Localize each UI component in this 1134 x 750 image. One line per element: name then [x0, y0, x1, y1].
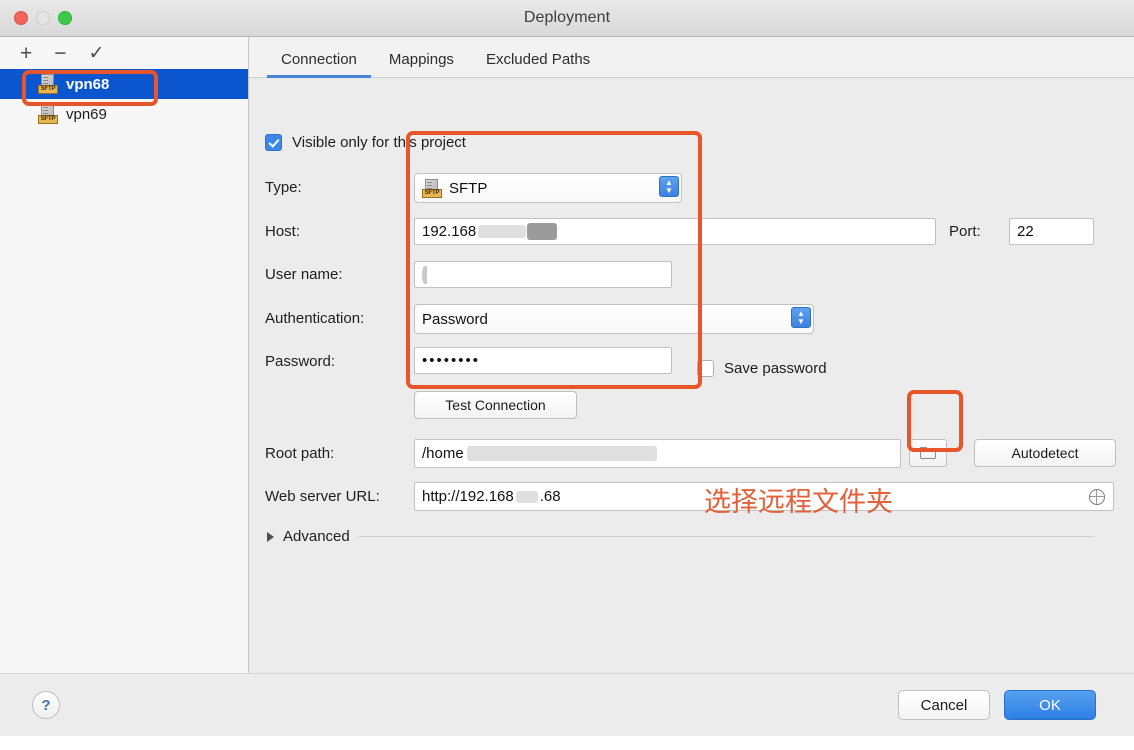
host-input[interactable]: 192.168: [414, 218, 936, 245]
dialog-footer: ? Cancel OK: [0, 673, 1134, 736]
sftp-icon: SFTP: [38, 104, 58, 124]
authentication-value: Password: [422, 310, 488, 328]
server-sidebar: + − ✓ SFTP vpn68 SFTP vpn69: [0, 37, 249, 673]
web-server-url-value: http://192.168: [422, 488, 514, 505]
tab-excluded-paths[interactable]: Excluded Paths: [472, 51, 604, 77]
connection-form: Visible only for this project Type: SFTP…: [249, 78, 1134, 673]
sidebar-toolbar: + − ✓: [0, 37, 248, 69]
connection-pane: Connection Mappings Excluded Paths Visib…: [249, 37, 1134, 673]
globe-icon[interactable]: [1089, 488, 1105, 505]
host-label: Host:: [265, 223, 301, 240]
visible-only-checkbox[interactable]: [265, 134, 282, 151]
chevron-right-icon: [267, 531, 274, 542]
visible-only-row[interactable]: Visible only for this project: [265, 134, 466, 151]
server-list: SFTP vpn68 SFTP vpn69: [0, 69, 248, 673]
sftp-icon: SFTP: [38, 74, 58, 94]
authentication-select[interactable]: Password ▲ ▼: [414, 304, 814, 334]
port-input[interactable]: 22: [1009, 218, 1094, 245]
folder-icon: [919, 447, 937, 459]
host-redaction: [478, 225, 527, 238]
port-label: Port:: [949, 223, 981, 240]
advanced-label: Advanced: [283, 528, 350, 545]
sidebar-item-vpn69[interactable]: SFTP vpn69: [0, 99, 248, 129]
annotation-note: 选择远程文件夹: [704, 487, 893, 518]
test-connection-button[interactable]: Test Connection: [414, 391, 577, 419]
sidebar-item-label: vpn68: [66, 75, 110, 93]
remove-server-button[interactable]: −: [54, 43, 66, 64]
host-value: 192.168: [422, 223, 477, 240]
root-path-input[interactable]: /home: [414, 439, 901, 468]
tab-bar: Connection Mappings Excluded Paths: [249, 37, 1134, 78]
sftp-icon: SFTP: [422, 178, 442, 198]
visible-only-label: Visible only for this project: [292, 134, 466, 151]
title-bar: Deployment: [0, 0, 1134, 37]
sftp-badge-label: SFTP: [422, 188, 442, 198]
advanced-divider: [358, 536, 1094, 537]
authentication-label: Authentication:: [265, 310, 365, 327]
save-password-row[interactable]: Save password: [697, 360, 827, 377]
set-default-server-button[interactable]: ✓: [89, 44, 105, 63]
add-server-button[interactable]: +: [20, 43, 32, 64]
cancel-button[interactable]: Cancel: [898, 690, 990, 720]
tab-connection[interactable]: Connection: [267, 51, 371, 78]
save-password-label: Save password: [724, 360, 827, 377]
username-redaction: [422, 265, 427, 284]
password-value: ••••••••: [422, 352, 481, 369]
maximize-button[interactable]: [58, 11, 72, 25]
sidebar-item-vpn68[interactable]: SFTP vpn68: [0, 69, 248, 99]
type-value: SFTP: [449, 179, 488, 197]
username-label: User name:: [265, 266, 343, 283]
web-server-url-label: Web server URL:: [265, 488, 380, 505]
minimize-button[interactable]: [36, 11, 50, 25]
ok-button[interactable]: OK: [1004, 690, 1096, 720]
host-redaction-block: [527, 223, 558, 240]
window-title: Deployment: [523, 9, 611, 26]
type-select[interactable]: SFTP SFTP ▲ ▼: [414, 173, 682, 203]
autodetect-button[interactable]: Autodetect: [974, 439, 1116, 467]
sftp-badge-label: SFTP: [38, 85, 58, 94]
browse-remote-folder-button[interactable]: [909, 439, 947, 467]
password-input[interactable]: ••••••••: [414, 347, 672, 374]
web-server-url-redaction: [515, 490, 538, 503]
window-controls: [14, 11, 72, 25]
type-label: Type:: [265, 179, 302, 196]
authentication-stepper[interactable]: ▲ ▼: [791, 307, 811, 328]
save-password-checkbox[interactable]: [697, 360, 714, 377]
password-label: Password:: [265, 353, 336, 370]
root-path-value: /home: [422, 445, 464, 462]
sftp-badge-label: SFTP: [38, 115, 58, 124]
close-button[interactable]: [14, 11, 28, 25]
port-value: 22: [1017, 223, 1034, 240]
tab-mappings[interactable]: Mappings: [375, 51, 468, 77]
type-stepper[interactable]: ▲ ▼: [659, 176, 679, 197]
web-server-url-suffix: .68: [539, 488, 561, 505]
footer-actions: Cancel OK: [898, 690, 1096, 720]
dialog-body: + − ✓ SFTP vpn68 SFTP vpn69 Connection M…: [0, 37, 1134, 673]
sidebar-item-label: vpn69: [66, 105, 107, 123]
root-path-redaction: [466, 446, 657, 461]
advanced-section-toggle[interactable]: Advanced: [267, 528, 1094, 545]
username-input[interactable]: [414, 261, 672, 288]
help-button[interactable]: ?: [32, 691, 60, 719]
deployment-dialog: Deployment + − ✓ SFTP vpn68 SFTP vpn69 C…: [0, 0, 1134, 736]
root-path-label: Root path:: [265, 445, 335, 462]
